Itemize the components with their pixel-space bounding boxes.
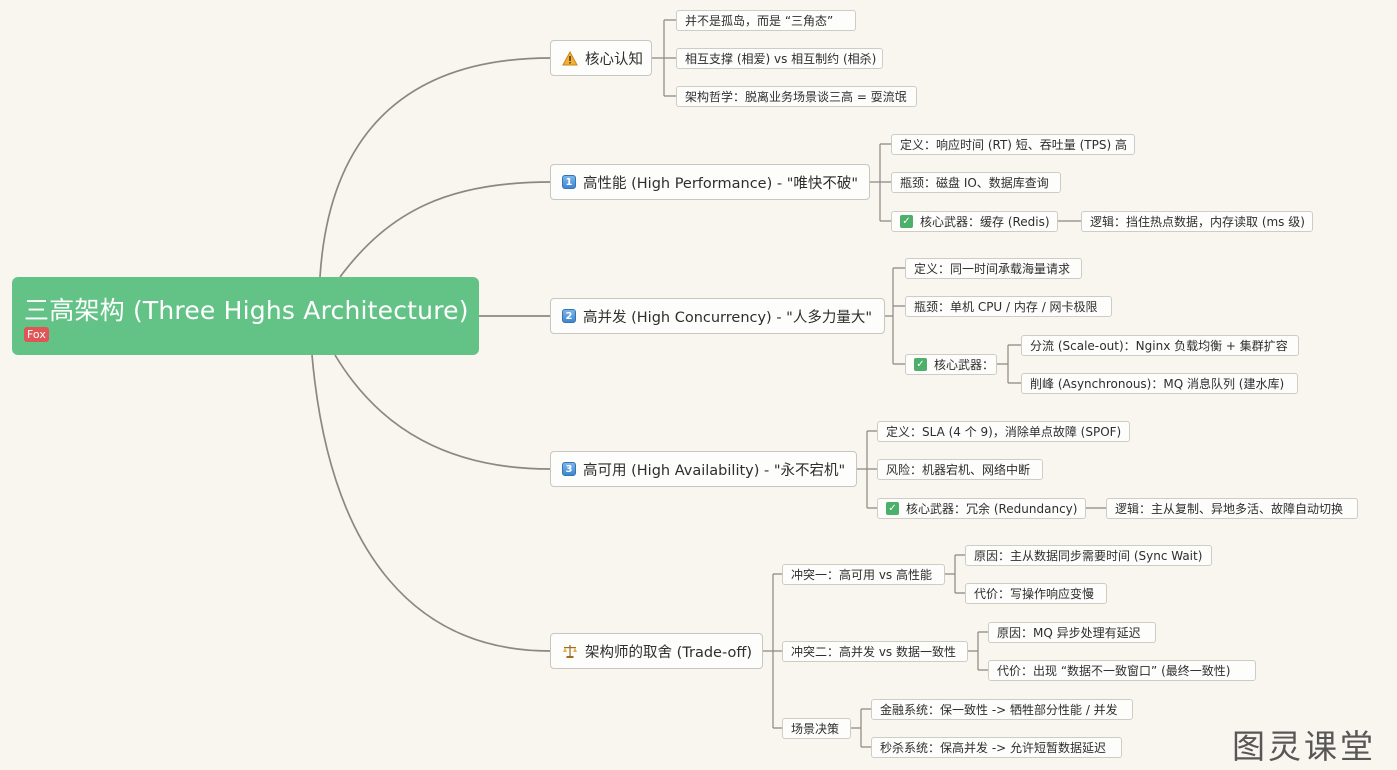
leaf-flash-sale[interactable]: 秒杀系统：保高并发 -> 允许短暂数据延迟 xyxy=(871,737,1122,758)
branch-high-availability[interactable]: 3 高可用 (High Availability) - "永不宕机" xyxy=(550,451,857,487)
leaf-risk[interactable]: 风险：机器宕机、网络中断 xyxy=(877,459,1043,480)
leaf-weapon[interactable]: ✓ 核心武器：冗余 (Redundancy) xyxy=(877,498,1086,519)
branch-high-concurrency[interactable]: 2 高并发 (High Concurrency) - "人多力量大" xyxy=(550,298,885,334)
leaf-weapon-label: 核心武器：缓存 (Redis) xyxy=(920,215,1050,229)
root-tag: Fox xyxy=(24,327,49,342)
leaf-bottleneck[interactable]: 瓶颈：磁盘 IO、数据库查询 xyxy=(891,172,1061,193)
scale-icon xyxy=(562,644,578,659)
number-1-icon: 1 xyxy=(562,175,576,189)
leaf-logic[interactable]: 逻辑：主从复制、异地多活、故障自动切换 xyxy=(1106,498,1358,519)
root-node[interactable]: 三高架构 (Three Highs Architecture) Fox xyxy=(12,277,479,355)
scenario-decision[interactable]: 场景决策 xyxy=(782,718,851,739)
leaf-weapon-label: 核心武器：冗余 (Redundancy) xyxy=(906,502,1078,516)
leaf-bottleneck[interactable]: 瓶颈：单机 CPU / 内存 / 网卡极限 xyxy=(905,296,1112,317)
leaf-weapon[interactable]: ✓ 核心武器：缓存 (Redis) xyxy=(891,211,1058,232)
leaf-philosophy[interactable]: 架构哲学：脱离业务场景谈三高 = 耍流氓 xyxy=(676,86,917,107)
leaf-weapon-label: 核心武器： xyxy=(934,358,995,372)
check-icon: ✓ xyxy=(900,215,913,228)
leaf-reason[interactable]: 原因：MQ 异步处理有延迟 xyxy=(988,622,1156,643)
leaf-finance[interactable]: 金融系统：保一致性 -> 牺牲部分性能 / 并发 xyxy=(871,699,1133,720)
leaf-reason[interactable]: 原因：主从数据同步需要时间 (Sync Wait) xyxy=(965,545,1212,566)
leaf-definition[interactable]: 定义：SLA (4 个 9)，消除单点故障 (SPOF) xyxy=(877,421,1130,442)
root-title: 三高架构 (Three Highs Architecture) xyxy=(24,296,469,325)
branch-label: 高并发 (High Concurrency) - "人多力量大" xyxy=(583,309,873,326)
conflict-1[interactable]: 冲突一：高可用 vs 高性能 xyxy=(782,564,945,585)
branch-label: 高性能 (High Performance) - "唯快不破" xyxy=(583,175,859,192)
conflict-2[interactable]: 冲突二：高并发 vs 数据一致性 xyxy=(782,641,968,662)
leaf-weapon[interactable]: ✓ 核心武器： xyxy=(905,354,997,375)
check-icon: ✓ xyxy=(914,358,927,371)
leaf-definition[interactable]: 定义：同一时间承载海量请求 xyxy=(905,258,1082,279)
leaf-logic[interactable]: 逻辑：挡住热点数据，内存读取 (ms 级) xyxy=(1081,211,1313,232)
leaf-triangle[interactable]: 并不是孤岛，而是 “三角态” xyxy=(676,10,856,31)
leaf-async[interactable]: 削峰 (Asynchronous)：MQ 消息队列 (建水库) xyxy=(1021,373,1298,394)
leaf-definition[interactable]: 定义：响应时间 (RT) 短、吞吐量 (TPS) 高 xyxy=(891,134,1135,155)
leaf-cost[interactable]: 代价：出现 “数据不一致窗口” (最终一致性) xyxy=(988,660,1256,681)
branch-high-performance[interactable]: 1 高性能 (High Performance) - "唯快不破" xyxy=(550,164,870,200)
branch-core-cognition[interactable]: 核心认知 xyxy=(550,40,652,76)
warning-icon xyxy=(562,50,578,66)
number-2-icon: 2 xyxy=(562,309,576,323)
branch-label: 核心认知 xyxy=(585,51,643,68)
leaf-scale-out[interactable]: 分流 (Scale-out)：Nginx 负载均衡 + 集群扩容 xyxy=(1021,335,1299,356)
leaf-mutual[interactable]: 相互支撑 (相爱) vs 相互制约 (相杀) xyxy=(676,48,883,69)
leaf-cost[interactable]: 代价：写操作响应变慢 xyxy=(965,583,1107,604)
number-3-icon: 3 xyxy=(562,462,576,476)
branch-label: 架构师的取舍 (Trade-off) xyxy=(585,644,752,661)
branch-trade-off[interactable]: 架构师的取舍 (Trade-off) xyxy=(550,633,763,669)
watermark: 图灵课堂 xyxy=(1232,727,1376,766)
check-icon: ✓ xyxy=(886,502,899,515)
branch-label: 高可用 (High Availability) - "永不宕机" xyxy=(583,462,846,479)
